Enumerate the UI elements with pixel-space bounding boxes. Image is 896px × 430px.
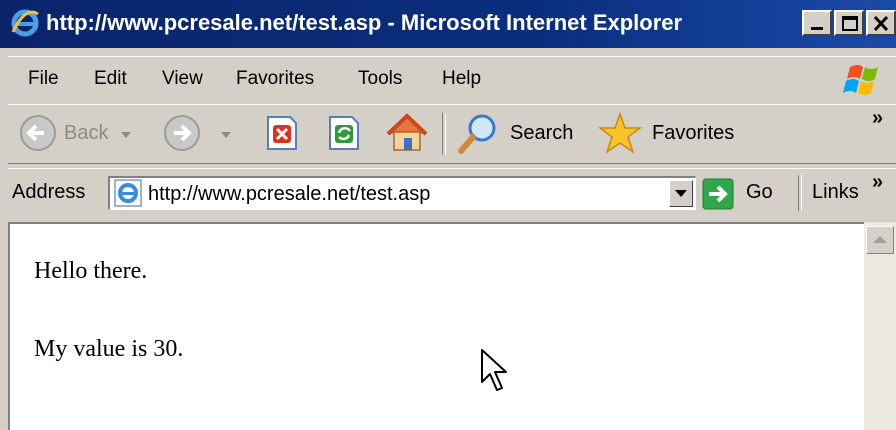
refresh-icon (329, 116, 359, 150)
menu-view[interactable]: View (162, 68, 203, 90)
mouse-pointer-icon (481, 349, 507, 391)
chevron-down-icon (675, 190, 687, 197)
favorites-label: Favorites (652, 122, 735, 144)
go-arrow-icon (702, 178, 734, 210)
minimize-icon (811, 27, 823, 30)
title-bar[interactable]: http://www.pcresale.net/test.asp - Micro… (0, 0, 896, 48)
page-ie-icon (114, 179, 142, 207)
windows-logo-icon (843, 65, 878, 95)
back-arrow-icon (20, 115, 56, 151)
go-label: Go (746, 181, 773, 203)
scroll-up-arrow-icon (873, 236, 887, 243)
stop-button[interactable] (260, 111, 304, 155)
address-separator (798, 175, 802, 211)
browser-window: http://www.pcresale.net/test.asp - Micro… (0, 0, 896, 430)
refresh-button[interactable] (322, 111, 366, 155)
search-label: Search (510, 122, 574, 144)
links-button[interactable]: Links (812, 181, 859, 204)
toolbar-overflow-chevron[interactable]: » (872, 107, 883, 130)
page-content: Hello there. My value is 30. (8, 222, 864, 430)
back-button[interactable]: Back (16, 111, 136, 155)
standard-toolbar: Back Search Favorites » (8, 104, 896, 164)
address-url: http://www.pcresale.net/test.asp (148, 183, 431, 205)
address-input[interactable]: http://www.pcresale.net/test.asp (108, 176, 696, 210)
menu-file[interactable]: File (28, 68, 59, 90)
maximize-icon (842, 16, 858, 31)
menu-help[interactable]: Help (442, 68, 481, 90)
content-line-value: My value is 30. (34, 336, 184, 362)
address-bar: Address http://www.pcresale.net/test.asp… (8, 168, 896, 219)
window-title: http://www.pcresale.net/test.asp - Micro… (46, 10, 683, 35)
stop-icon (267, 116, 297, 150)
content-line-hello: Hello there. (34, 258, 148, 284)
ie-logo-icon (11, 9, 39, 37)
home-icon (386, 113, 428, 151)
address-dropdown-button[interactable] (669, 180, 693, 207)
search-magnifier-icon (458, 114, 496, 154)
home-button[interactable] (382, 111, 432, 155)
toolbar-separator (442, 113, 446, 155)
search-button[interactable]: Search (456, 111, 586, 155)
menu-tools[interactable]: Tools (358, 68, 402, 90)
go-button[interactable] (702, 175, 788, 213)
minimize-button[interactable] (802, 10, 832, 36)
vertical-scrollbar[interactable] (864, 222, 896, 430)
forward-button[interactable] (158, 111, 240, 155)
favorites-star-icon (598, 111, 642, 154)
scroll-up-button[interactable] (866, 226, 894, 254)
favorites-button[interactable]: Favorites (598, 111, 758, 155)
menu-edit[interactable]: Edit (94, 68, 127, 90)
maximize-button[interactable] (834, 10, 864, 36)
links-overflow-chevron[interactable]: » (872, 171, 883, 194)
back-label: Back (64, 122, 109, 144)
close-icon (873, 15, 889, 32)
back-dropdown-icon[interactable] (120, 130, 132, 140)
forward-arrow-icon (164, 115, 200, 151)
close-button[interactable] (866, 10, 896, 36)
menu-favorites[interactable]: Favorites (236, 68, 314, 90)
menu-bar: File Edit View Favorites Tools Help (8, 56, 896, 103)
address-label: Address (12, 181, 86, 203)
forward-dropdown-icon[interactable] (220, 130, 232, 140)
